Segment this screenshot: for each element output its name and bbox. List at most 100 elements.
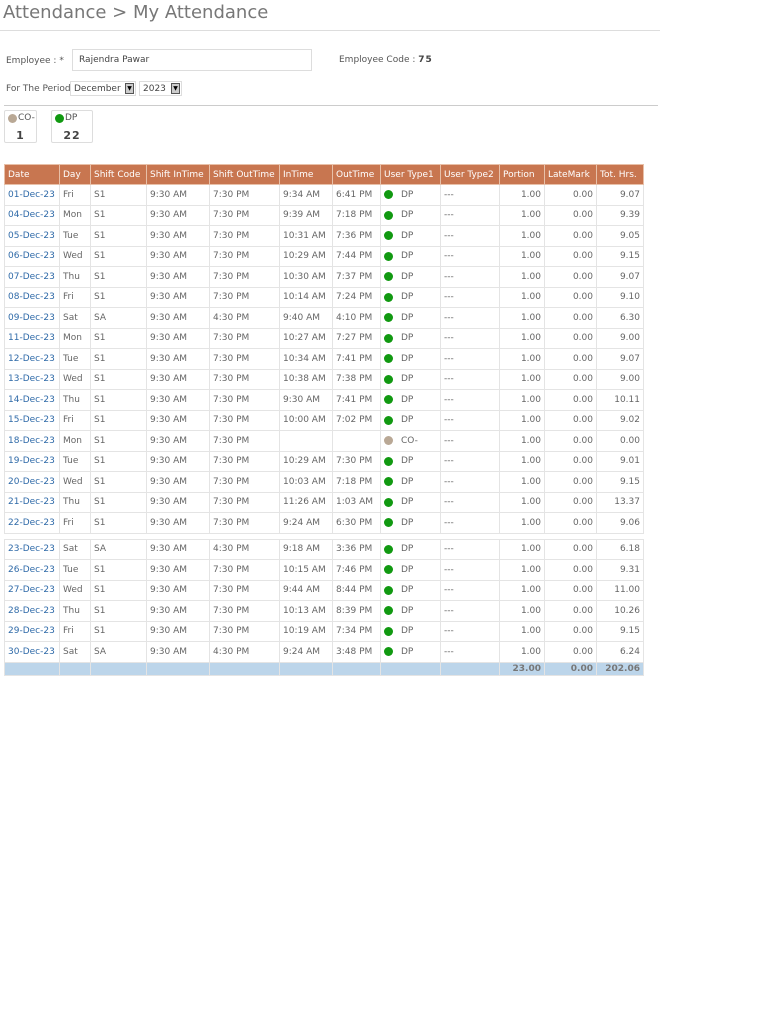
date-link[interactable]: 12-Dec-23 xyxy=(4,348,60,370)
date-link[interactable]: 22-Dec-23 xyxy=(4,512,60,534)
table-row: 21-Dec-23 Thu S1 9:30 AM 7:30 PM 11:26 AM 1:03… xyxy=(4,491,644,513)
date-link[interactable]: 07-Dec-23 xyxy=(4,266,60,288)
cell-shift-outtime: 7:30 PM xyxy=(209,471,280,493)
table-row: 08-Dec-23 Fri S1 9:30 AM 7:30 PM 10:14 AM 7:24… xyxy=(4,286,644,308)
table-row: 23-Dec-23 Sat SA 9:30 AM 4:30 PM 9:18 AM 3:36 … xyxy=(4,538,644,560)
cell-day: Sat xyxy=(59,641,91,663)
column-header[interactable]: LateMark xyxy=(544,164,597,185)
cell-intime: 9:18 AM xyxy=(279,538,333,560)
date-link[interactable]: 19-Dec-23 xyxy=(4,450,60,472)
cell-latemark: 0.00 xyxy=(544,204,597,226)
column-header[interactable]: User Type1 xyxy=(380,164,441,185)
status-dot-icon xyxy=(384,292,393,302)
cell-outtime: 6:30 PM xyxy=(332,512,381,534)
column-header[interactable]: OutTime xyxy=(332,164,381,185)
column-header[interactable]: Portion xyxy=(499,164,545,185)
status-dot-icon xyxy=(384,231,393,241)
status-dot-icon xyxy=(384,647,393,657)
cell-user-type1: DP xyxy=(380,620,441,642)
cell-outtime: 7:02 PM xyxy=(332,409,381,431)
date-link[interactable]: 09-Dec-23 xyxy=(4,307,60,329)
cell-intime xyxy=(279,430,333,452)
cell-shift-code: S1 xyxy=(90,579,147,601)
status-dot-icon xyxy=(384,626,393,636)
cell-outtime: 7:38 PM xyxy=(332,368,381,390)
date-link[interactable]: 14-Dec-23 xyxy=(4,389,60,411)
table-row: 06-Dec-23 Wed S1 9:30 AM 7:30 PM 10:29 AM 7:44… xyxy=(4,245,644,267)
user-type-label: DP xyxy=(401,626,414,637)
cell-user-type2: --- xyxy=(440,471,500,493)
cell-tot-hrs: 9.05 xyxy=(596,225,644,247)
date-link[interactable]: 23-Dec-23 xyxy=(4,538,60,560)
date-link[interactable]: 04-Dec-23 xyxy=(4,204,60,226)
cell-latemark: 0.00 xyxy=(544,225,597,247)
column-header[interactable]: Shift OutTime xyxy=(209,164,280,185)
date-link[interactable]: 21-Dec-23 xyxy=(4,491,60,513)
cell-portion: 1.00 xyxy=(499,491,545,513)
cell-outtime: 7:24 PM xyxy=(332,286,381,308)
column-header[interactable]: Date xyxy=(4,164,60,185)
date-link[interactable]: 28-Dec-23 xyxy=(4,600,60,622)
cell-portion: 1.00 xyxy=(499,450,545,472)
date-link[interactable]: 01-Dec-23 xyxy=(4,184,60,206)
attendance-table: Date Day Shift Code Shift InTime Shift OutTi… xyxy=(4,164,644,676)
date-link[interactable]: 30-Dec-23 xyxy=(4,641,60,663)
total-empty xyxy=(59,661,91,676)
cell-day: Tue xyxy=(59,348,91,370)
cell-user-type2: --- xyxy=(440,409,500,431)
year-select[interactable]: 2023 ▼ xyxy=(139,81,182,96)
cell-shift-intime: 9:30 AM xyxy=(146,225,210,247)
column-header[interactable]: Tot. Hrs. xyxy=(596,164,644,185)
column-header[interactable]: Shift InTime xyxy=(146,164,210,185)
column-header[interactable]: Shift Code xyxy=(90,164,147,185)
cell-user-type2: --- xyxy=(440,184,500,206)
date-link[interactable]: 27-Dec-23 xyxy=(4,579,60,601)
cell-user-type1: DP xyxy=(380,245,441,267)
column-header[interactable]: User Type2 xyxy=(440,164,500,185)
table-row: 14-Dec-23 Thu S1 9:30 AM 7:30 PM 9:30 AM 7:41 … xyxy=(4,389,644,411)
table-row: 13-Dec-23 Wed S1 9:30 AM 7:30 PM 10:38 AM 7:38… xyxy=(4,368,644,390)
cell-intime: 9:34 AM xyxy=(279,184,333,206)
date-link[interactable]: 08-Dec-23 xyxy=(4,286,60,308)
cell-day: Fri xyxy=(59,409,91,431)
cell-intime: 9:30 AM xyxy=(279,389,333,411)
cell-user-type1: DP xyxy=(380,450,441,472)
date-link[interactable]: 06-Dec-23 xyxy=(4,245,60,267)
cell-shift-intime: 9:30 AM xyxy=(146,245,210,267)
cell-outtime: 7:30 PM xyxy=(332,450,381,472)
cell-outtime: 7:41 PM xyxy=(332,389,381,411)
column-header[interactable]: InTime xyxy=(279,164,333,185)
total-empty xyxy=(90,661,147,676)
cell-intime: 10:29 AM xyxy=(279,450,333,472)
user-type-label: DP xyxy=(401,544,414,555)
date-link[interactable]: 15-Dec-23 xyxy=(4,409,60,431)
date-link[interactable]: 18-Dec-23 xyxy=(4,430,60,452)
cell-latemark: 0.00 xyxy=(544,600,597,622)
employee-input[interactable]: Rajendra Pawar xyxy=(72,49,312,71)
cell-tot-hrs: 9.10 xyxy=(596,286,644,308)
cell-outtime: 7:37 PM xyxy=(332,266,381,288)
date-link[interactable]: 26-Dec-23 xyxy=(4,559,60,581)
cell-day: Mon xyxy=(59,327,91,349)
date-link[interactable]: 13-Dec-23 xyxy=(4,368,60,390)
date-link[interactable]: 20-Dec-23 xyxy=(4,471,60,493)
date-link[interactable]: 29-Dec-23 xyxy=(4,620,60,642)
date-link[interactable]: 05-Dec-23 xyxy=(4,225,60,247)
cell-latemark: 0.00 xyxy=(544,245,597,267)
month-select[interactable]: December ▼ xyxy=(70,81,136,96)
cell-outtime: 8:39 PM xyxy=(332,600,381,622)
cell-latemark: 0.00 xyxy=(544,368,597,390)
date-link[interactable]: 11-Dec-23 xyxy=(4,327,60,349)
cell-outtime: 3:36 PM xyxy=(332,538,381,560)
cell-user-type2: --- xyxy=(440,491,500,513)
user-type-label: DP xyxy=(401,456,414,467)
cell-intime: 9:24 AM xyxy=(279,512,333,534)
cell-day: Mon xyxy=(59,204,91,226)
cell-intime: 10:19 AM xyxy=(279,620,333,642)
table-row: 27-Dec-23 Wed S1 9:30 AM 7:30 PM 9:44 AM 8:44 … xyxy=(4,579,644,601)
cell-user-type2: --- xyxy=(440,368,500,390)
cell-day: Thu xyxy=(59,491,91,513)
total-empty xyxy=(380,661,441,676)
column-header[interactable]: Day xyxy=(59,164,91,185)
cell-portion: 1.00 xyxy=(499,430,545,452)
